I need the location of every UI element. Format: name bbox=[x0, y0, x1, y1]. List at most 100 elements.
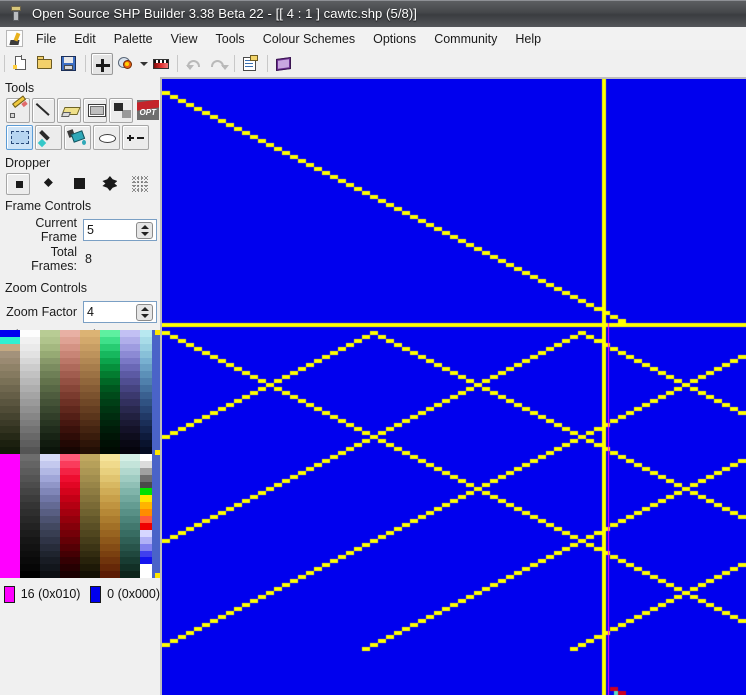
palette-swatch[interactable] bbox=[100, 522, 120, 530]
palette-swatch[interactable] bbox=[120, 405, 140, 413]
palette-swatch[interactable] bbox=[80, 488, 100, 496]
palette-swatch[interactable] bbox=[60, 364, 80, 372]
palette-swatch[interactable] bbox=[0, 564, 20, 572]
palette-swatch[interactable] bbox=[0, 350, 20, 358]
menu-item-colour-schemes[interactable]: Colour Schemes bbox=[254, 29, 364, 49]
palette-swatch[interactable] bbox=[120, 564, 140, 572]
palette-swatch[interactable] bbox=[40, 571, 60, 579]
palette-swatch[interactable] bbox=[0, 440, 20, 448]
palette-swatch[interactable] bbox=[100, 426, 120, 434]
palette-swatch[interactable] bbox=[100, 454, 120, 461]
palette-swatch[interactable] bbox=[100, 536, 120, 544]
palette-swatch[interactable] bbox=[0, 371, 20, 379]
palette-swatch[interactable] bbox=[40, 481, 60, 489]
palette-swatch[interactable] bbox=[0, 336, 20, 344]
palette-swatch[interactable] bbox=[100, 433, 120, 441]
palette-swatch[interactable] bbox=[0, 522, 20, 530]
palette-swatch[interactable] bbox=[120, 330, 140, 337]
dropper-size-noise[interactable] bbox=[129, 173, 153, 195]
palette-swatch[interactable] bbox=[100, 405, 120, 413]
palette-swatch[interactable] bbox=[60, 481, 80, 489]
palette-swatch[interactable] bbox=[60, 405, 80, 413]
palette-column[interactable] bbox=[0, 330, 20, 579]
pencil-tool[interactable] bbox=[6, 95, 30, 123]
palette-swatch[interactable] bbox=[0, 550, 20, 558]
menu-item-view[interactable]: View bbox=[162, 29, 207, 49]
palette-swatch[interactable] bbox=[0, 557, 20, 565]
palette-swatch[interactable] bbox=[20, 488, 40, 496]
palette-swatch[interactable] bbox=[100, 460, 120, 468]
palette-swatch[interactable] bbox=[0, 502, 20, 510]
palette-swatch[interactable] bbox=[40, 495, 60, 503]
palette-swatch[interactable] bbox=[20, 536, 40, 544]
palette-swatch[interactable] bbox=[120, 481, 140, 489]
dropper-size-1[interactable] bbox=[6, 173, 30, 195]
palette-swatch[interactable] bbox=[80, 433, 100, 441]
zoom-factor-input[interactable] bbox=[84, 302, 137, 322]
palette-swatch[interactable] bbox=[120, 343, 140, 351]
palette-swatch[interactable] bbox=[0, 392, 20, 399]
palette-swatch[interactable] bbox=[120, 529, 140, 537]
palette-swatch[interactable] bbox=[40, 522, 60, 530]
palette-swatch[interactable] bbox=[40, 330, 60, 337]
palette-swatch[interactable] bbox=[80, 364, 100, 372]
palette-swatch[interactable] bbox=[100, 385, 120, 393]
palette-swatch[interactable] bbox=[60, 433, 80, 441]
palette-swatch[interactable] bbox=[40, 516, 60, 523]
palette-swatch[interactable] bbox=[100, 509, 120, 517]
palette-swatch[interactable] bbox=[100, 488, 120, 496]
palette-swatch[interactable] bbox=[80, 481, 100, 489]
opt-tool[interactable]: OPT bbox=[135, 98, 159, 123]
palette-swatch[interactable] bbox=[20, 385, 40, 393]
palette-swatch[interactable] bbox=[20, 398, 40, 406]
palette-swatch[interactable] bbox=[120, 371, 140, 379]
palette-swatch[interactable] bbox=[20, 357, 40, 365]
palette-swatch[interactable] bbox=[120, 550, 140, 558]
palette-swatch[interactable] bbox=[120, 495, 140, 503]
palette-swatch[interactable] bbox=[120, 378, 140, 386]
palette-swatch[interactable] bbox=[100, 343, 120, 351]
palette-swatch[interactable] bbox=[120, 398, 140, 406]
palette-swatch[interactable] bbox=[40, 419, 60, 427]
palette-swatch[interactable] bbox=[120, 440, 140, 448]
crosshair-icon[interactable] bbox=[91, 52, 113, 75]
primary-colour-swatch[interactable] bbox=[4, 585, 15, 603]
palette-swatch[interactable] bbox=[80, 440, 100, 448]
palette-swatch[interactable] bbox=[20, 571, 40, 579]
palette-swatch[interactable] bbox=[100, 447, 120, 455]
palette-swatch[interactable] bbox=[20, 392, 40, 399]
palette-swatch[interactable] bbox=[120, 536, 140, 544]
palette-swatch[interactable] bbox=[0, 378, 20, 386]
palette-swatch[interactable] bbox=[60, 343, 80, 351]
palette-swatch[interactable] bbox=[80, 398, 100, 406]
palette-swatch[interactable] bbox=[40, 454, 60, 461]
palette-swatch[interactable] bbox=[0, 509, 20, 517]
palette-swatch[interactable] bbox=[0, 330, 20, 337]
palette-swatch[interactable] bbox=[40, 357, 60, 365]
palette-grid[interactable] bbox=[0, 330, 160, 579]
palette-swatch[interactable] bbox=[20, 440, 40, 448]
palette-swatch[interactable] bbox=[20, 343, 40, 351]
palette-swatch[interactable] bbox=[20, 467, 40, 475]
palette-swatch[interactable] bbox=[40, 371, 60, 379]
palette-swatch[interactable] bbox=[0, 385, 20, 393]
palette-column[interactable] bbox=[40, 330, 60, 579]
palette-swatch[interactable] bbox=[60, 522, 80, 530]
palette-swatch[interactable] bbox=[60, 412, 80, 420]
palette-column[interactable] bbox=[20, 330, 40, 579]
palette-swatch[interactable] bbox=[20, 405, 40, 413]
palette-swatch[interactable] bbox=[80, 405, 100, 413]
palette-swatch[interactable] bbox=[100, 398, 120, 406]
palette-swatch[interactable] bbox=[0, 398, 20, 406]
palette-swatch[interactable] bbox=[80, 343, 100, 351]
zoom-factor-spin-buttons[interactable] bbox=[136, 304, 153, 321]
palette-swatch[interactable] bbox=[120, 557, 140, 565]
palette-swatch[interactable] bbox=[120, 385, 140, 393]
palette-swatch[interactable] bbox=[40, 412, 60, 420]
palette-swatch[interactable] bbox=[0, 516, 20, 523]
palette-swatch[interactable] bbox=[40, 557, 60, 565]
palette-swatch[interactable] bbox=[40, 467, 60, 475]
palette-swatch[interactable] bbox=[60, 371, 80, 379]
palette-swatch[interactable] bbox=[60, 454, 80, 461]
paint-bucket-tool[interactable] bbox=[64, 125, 91, 150]
